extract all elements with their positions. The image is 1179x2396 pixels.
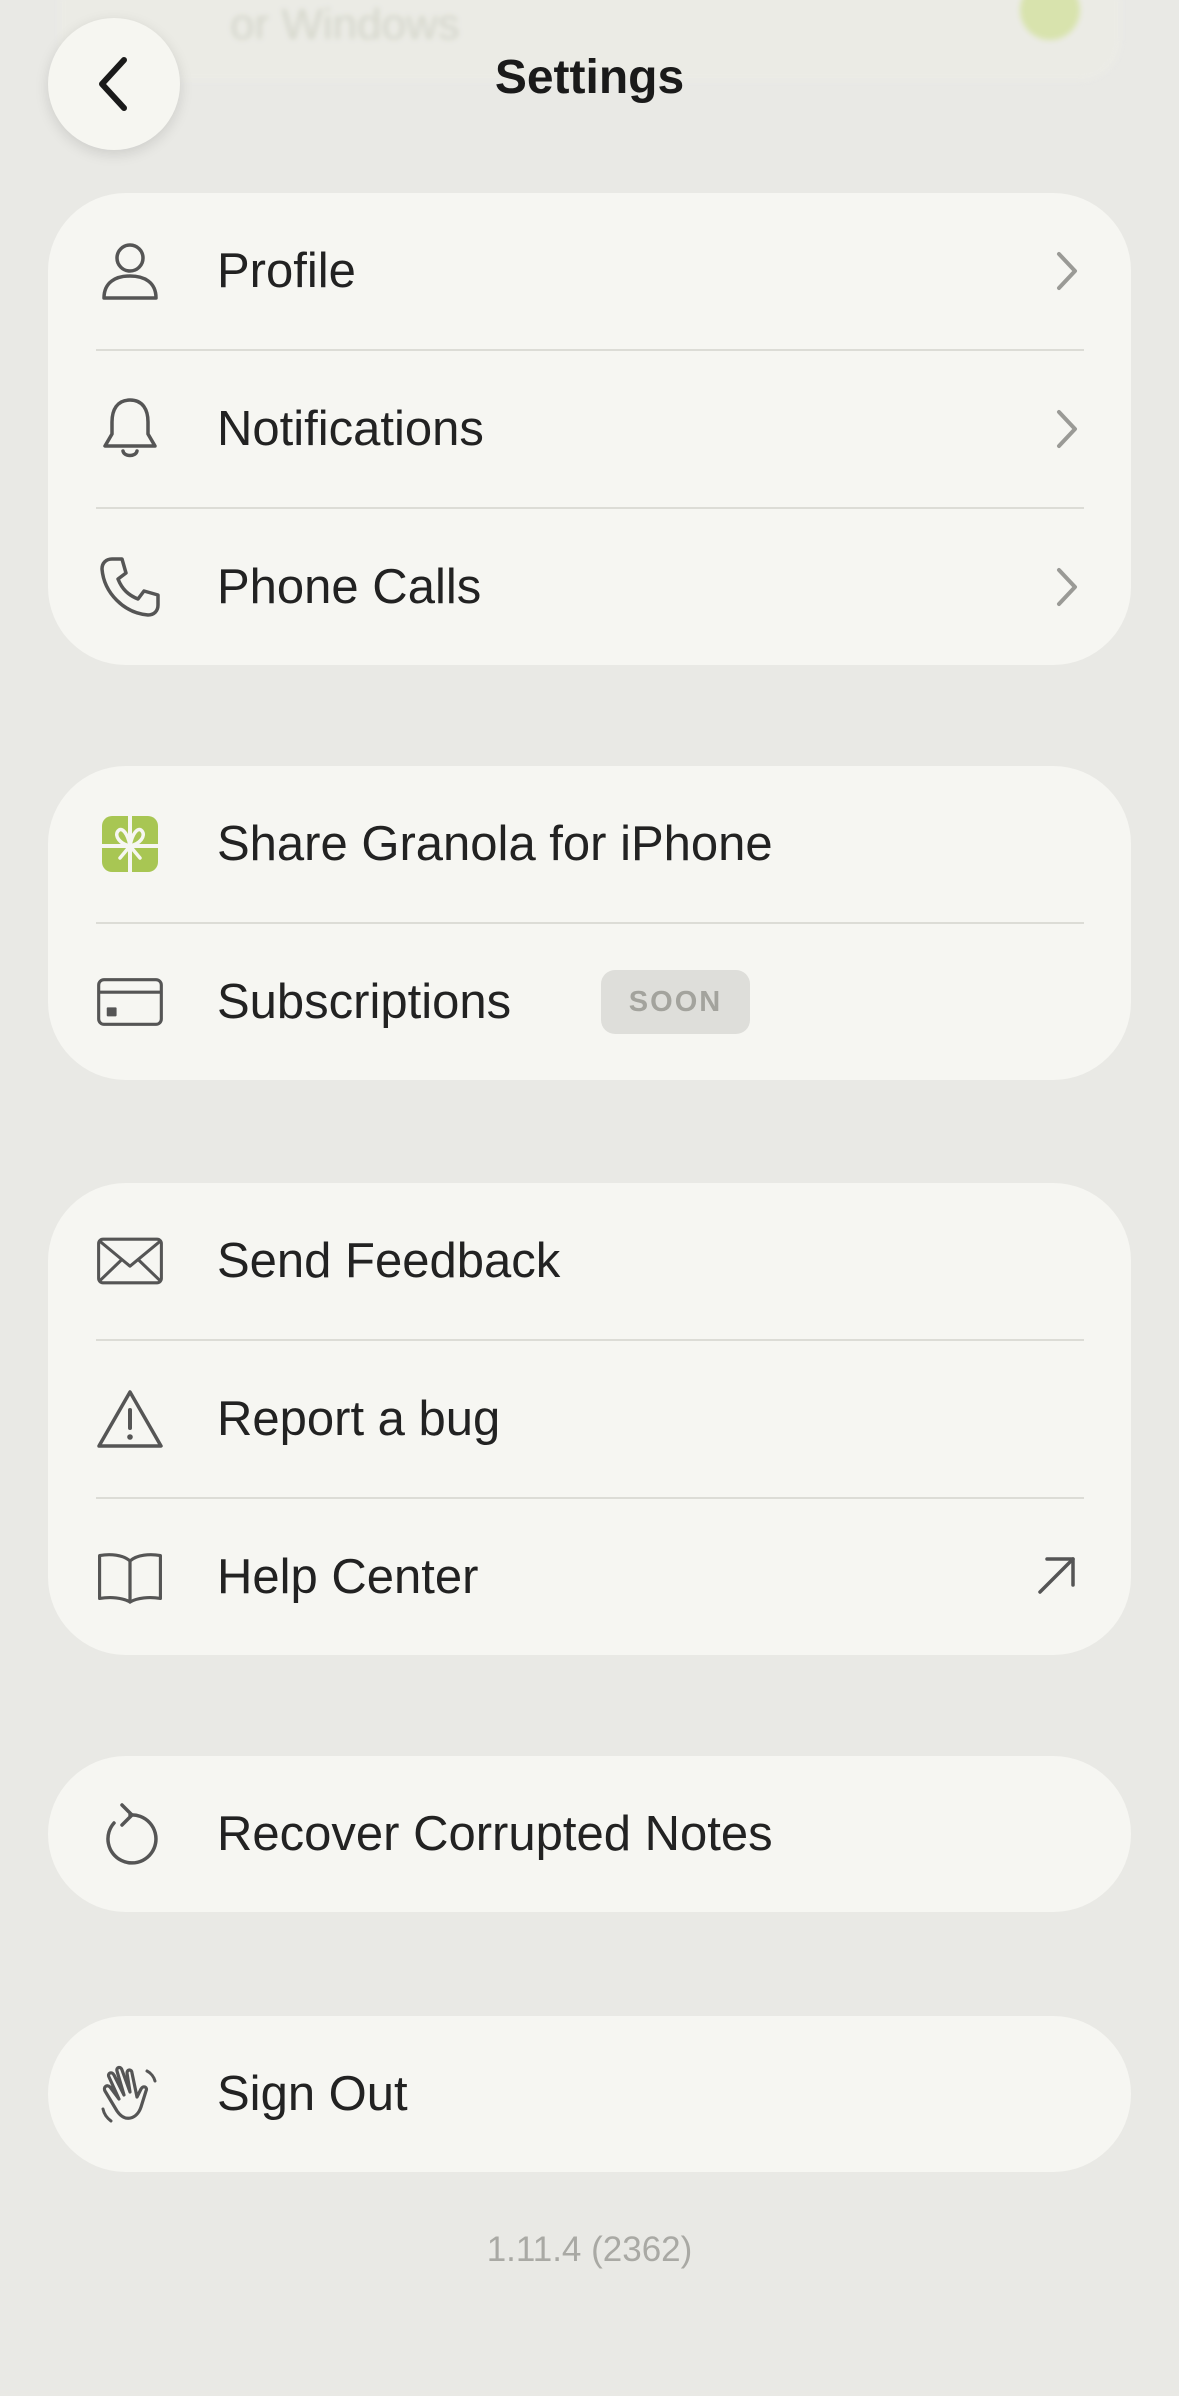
settings-item-profile[interactable]: Profile [48,193,1131,349]
settings-group-support: Send Feedback Report a bug Help Center [48,1183,1131,1655]
settings-group-sign-out: Sign Out [48,2016,1131,2172]
person-icon [96,237,164,305]
settings-group-share: Share Granola for iPhone Subscriptions S… [48,766,1131,1080]
settings-item-send-feedback[interactable]: Send Feedback [48,1183,1131,1339]
credit-card-icon [96,968,164,1036]
warning-triangle-icon [96,1385,164,1453]
envelope-icon [96,1227,164,1295]
settings-item-help-center[interactable]: Help Center [48,1499,1131,1655]
restore-icon [96,1800,164,1868]
settings-item-share-granola[interactable]: Share Granola for iPhone [48,766,1131,922]
external-arrow-icon [1035,1553,1083,1601]
settings-item-sign-out[interactable]: Sign Out [48,2016,1131,2172]
settings-item-subscriptions[interactable]: Subscriptions SOON [48,924,1131,1080]
page-title: Settings [494,51,685,104]
chevron-right-icon [1047,563,1087,611]
settings-group-recover: Recover Corrupted Notes [48,1756,1131,1912]
settings-item-label: Subscriptions [217,975,512,1029]
settings-item-label: Phone Calls [217,560,482,614]
soon-badge: SOON [601,970,750,1034]
settings-item-label: Sign Out [217,2067,408,2121]
chevron-right-icon [1047,247,1087,295]
settings-item-label: Report a bug [217,1392,501,1446]
header: Settings [0,0,1179,170]
waving-hand-icon [96,2060,164,2128]
phone-icon [96,553,164,621]
settings-item-label: Notifications [217,402,484,456]
settings-item-phone-calls[interactable]: Phone Calls [48,509,1131,665]
settings-item-notifications[interactable]: Notifications [48,351,1131,507]
settings-item-label: Share Granola for iPhone [217,817,773,871]
book-icon [96,1543,164,1611]
chevron-right-icon [1047,405,1087,453]
settings-group-account: Profile Notifications Phone Calls [48,193,1131,665]
settings-item-report-bug[interactable]: Report a bug [48,1341,1131,1497]
settings-item-label: Profile [217,244,356,298]
bell-icon [96,395,164,463]
settings-item-label: Send Feedback [217,1234,561,1288]
settings-item-label: Recover Corrupted Notes [217,1807,773,1861]
settings-item-label: Help Center [217,1550,479,1604]
gift-icon [96,810,164,878]
settings-item-recover-notes[interactable]: Recover Corrupted Notes [48,1756,1131,1912]
app-version: 1.11.4 (2362) [486,2230,693,2269]
